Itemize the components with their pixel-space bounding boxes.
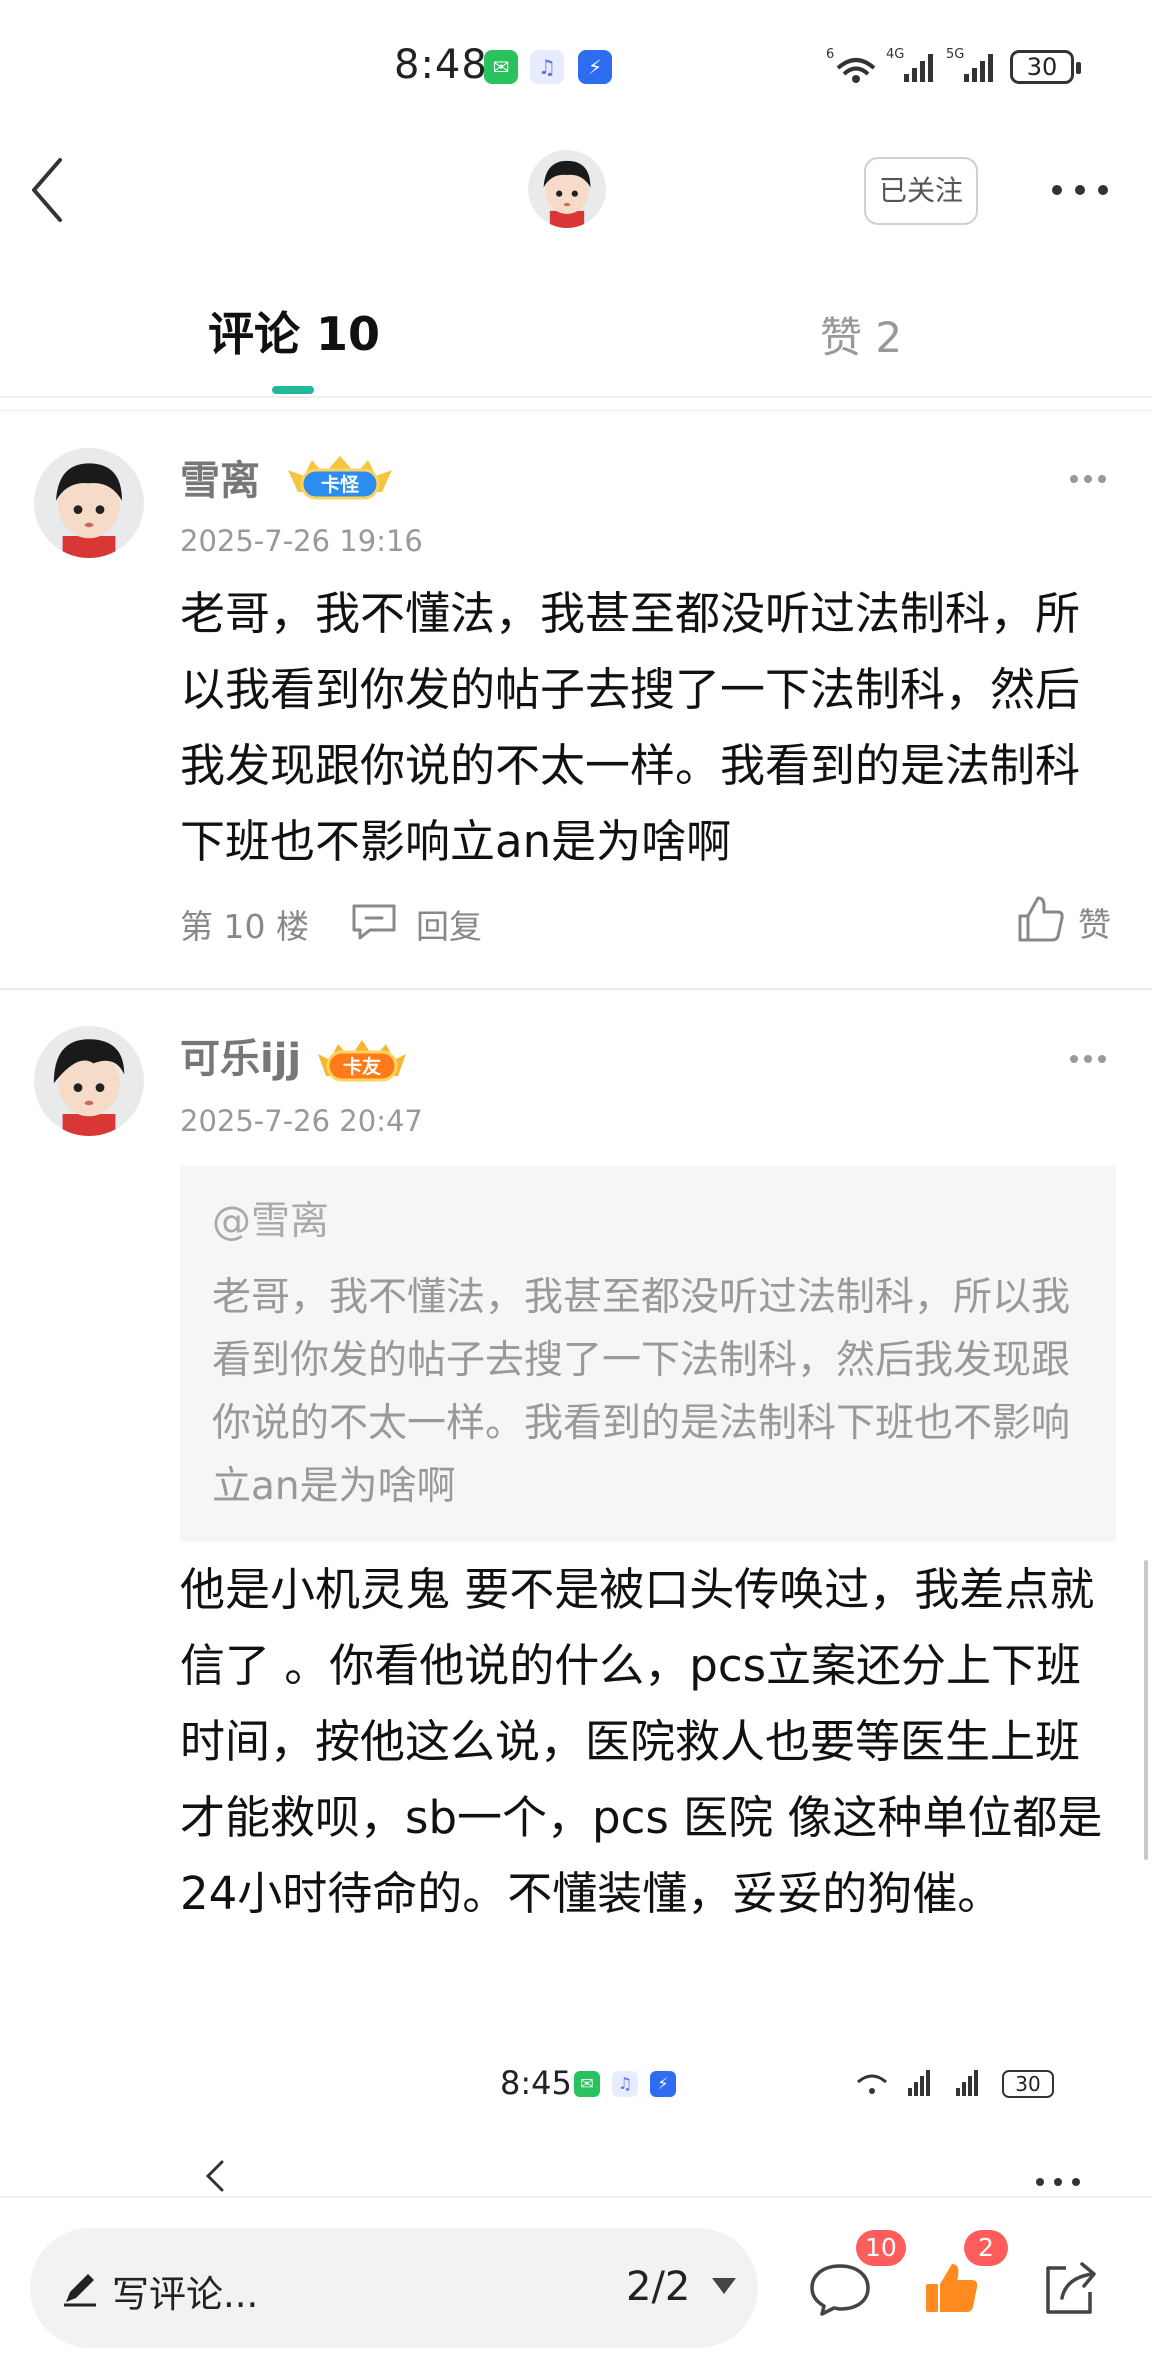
section-divider [0,410,1152,411]
comment-divider [0,988,1152,990]
svg-text:4G: 4G [886,47,904,62]
battery-icon: 30 [1002,2070,1054,2098]
pen-icon [64,2274,96,2307]
active-tab-indicator [272,386,314,394]
comment-time: 2025-7-26 19:16 [180,524,423,558]
level-badge-icon: 卡友 [318,1040,406,1082]
reply-button[interactable]: 回复 [416,900,482,948]
write-comment-placeholder: 写评论... [112,2273,259,2316]
music-icon: ♫ [530,50,564,84]
share-icon[interactable] [1040,2258,1100,2318]
write-comment-input[interactable]: 写评论... 2/2 [30,2228,758,2348]
music-icon: ♫ [612,2071,638,2097]
floor-number: 第 10 楼 [180,907,309,946]
wechat-icon: ✉ [574,2071,600,2097]
svg-text:6: 6 [826,47,834,62]
back-button[interactable] [20,150,90,230]
more-dot-icon [1070,475,1078,483]
tab-comments[interactable]: 评论 10 [208,298,380,364]
comment-icon[interactable] [808,2260,872,2316]
more-dot-icon [1098,185,1108,195]
comment-more-button[interactable] [1070,1050,1110,1070]
quote-text: 老哥，我不懂法，我甚至都没听过法制科，所以我看到你发的帖子去搜了一下法制科，然后… [212,1275,1071,1509]
page-indicator[interactable]: 2/2 [626,2264,690,2310]
svg-text:卡友: 卡友 [343,1055,381,1078]
comment-text: 他是小机灵鬼 要不是被口头传唤过，我差点就信了 。你看他说的什么，pcs立案还分… [180,1563,1103,1920]
more-dot-icon [1098,475,1106,483]
bottom-action-bar: 写评论... 2/2 10 2 [0,2196,1152,2376]
like-icon[interactable] [922,2260,980,2316]
more-dot-icon [1084,475,1092,483]
more-dot-icon [1052,185,1062,195]
comment-time: 2025-7-26 20:47 [180,1104,423,1138]
signal-icons [857,2070,978,2096]
wifi-icon: 6 [826,47,876,83]
wechat-icon: ✉ [484,50,518,84]
more-options-button[interactable] [1048,170,1112,210]
more-dot-icon [1070,1055,1078,1063]
svg-text:卡怪: 卡怪 [321,473,360,496]
like-button[interactable]: 赞 [1078,898,1111,946]
chevron-left-icon [205,2160,224,2192]
more-dot-icon [1075,185,1085,195]
scrollbar[interactable] [1144,1560,1148,1860]
status-bar: 8:48 ✉ ♫ ⚡ 6 4G 5G 30 [0,0,1152,135]
quote-username: @雪离 [212,1199,330,1244]
comment-count-badge: 10 [856,2230,906,2266]
thumbs-up-icon[interactable] [1016,894,1066,944]
caret-down-icon[interactable] [712,2278,736,2294]
embedded-status-time: 8:45 [500,2064,572,2102]
comment-more-button[interactable] [1070,470,1110,490]
signal-4g-icon: 4G [886,47,933,82]
signal-5g-icon: 5G [946,47,993,82]
svg-text:5G: 5G [946,47,964,62]
battery-level: 30 [1026,53,1058,81]
comment-text: 老哥，我不懂法，我甚至都没听过法制科，所以我看到你发的帖子去搜了一下法制科，然后… [180,587,1081,868]
battery-level: 30 [1015,2072,1041,2096]
tab-likes[interactable]: 赞 2 [820,304,902,365]
username[interactable]: 可乐ijj [180,1026,301,1084]
battery-icon: 30 [1010,50,1081,84]
more-icon [1036,2178,1080,2186]
status-time: 8:48 [394,42,488,88]
quoted-comment[interactable]: @雪离 老哥，我不懂法，我甚至都没听过法制科，所以我看到你发的帖子去搜了一下法制… [180,1166,1116,1542]
more-dot-icon [1098,1055,1106,1063]
avatar[interactable] [34,448,144,558]
author-avatar[interactable] [528,150,606,228]
avatar[interactable] [34,1026,144,1136]
app-notification-icon: ⚡ [650,2071,676,2097]
like-count-badge: 2 [964,2230,1008,2266]
level-badge-icon: 卡怪 [288,456,392,500]
username[interactable]: 雪离 [180,448,260,506]
reply-icon[interactable] [350,902,398,942]
follow-button[interactable]: 已关注 [864,157,978,225]
tab-divider [0,396,1152,398]
more-dot-icon [1084,1055,1092,1063]
app-notification-icon: ⚡ [578,50,612,84]
